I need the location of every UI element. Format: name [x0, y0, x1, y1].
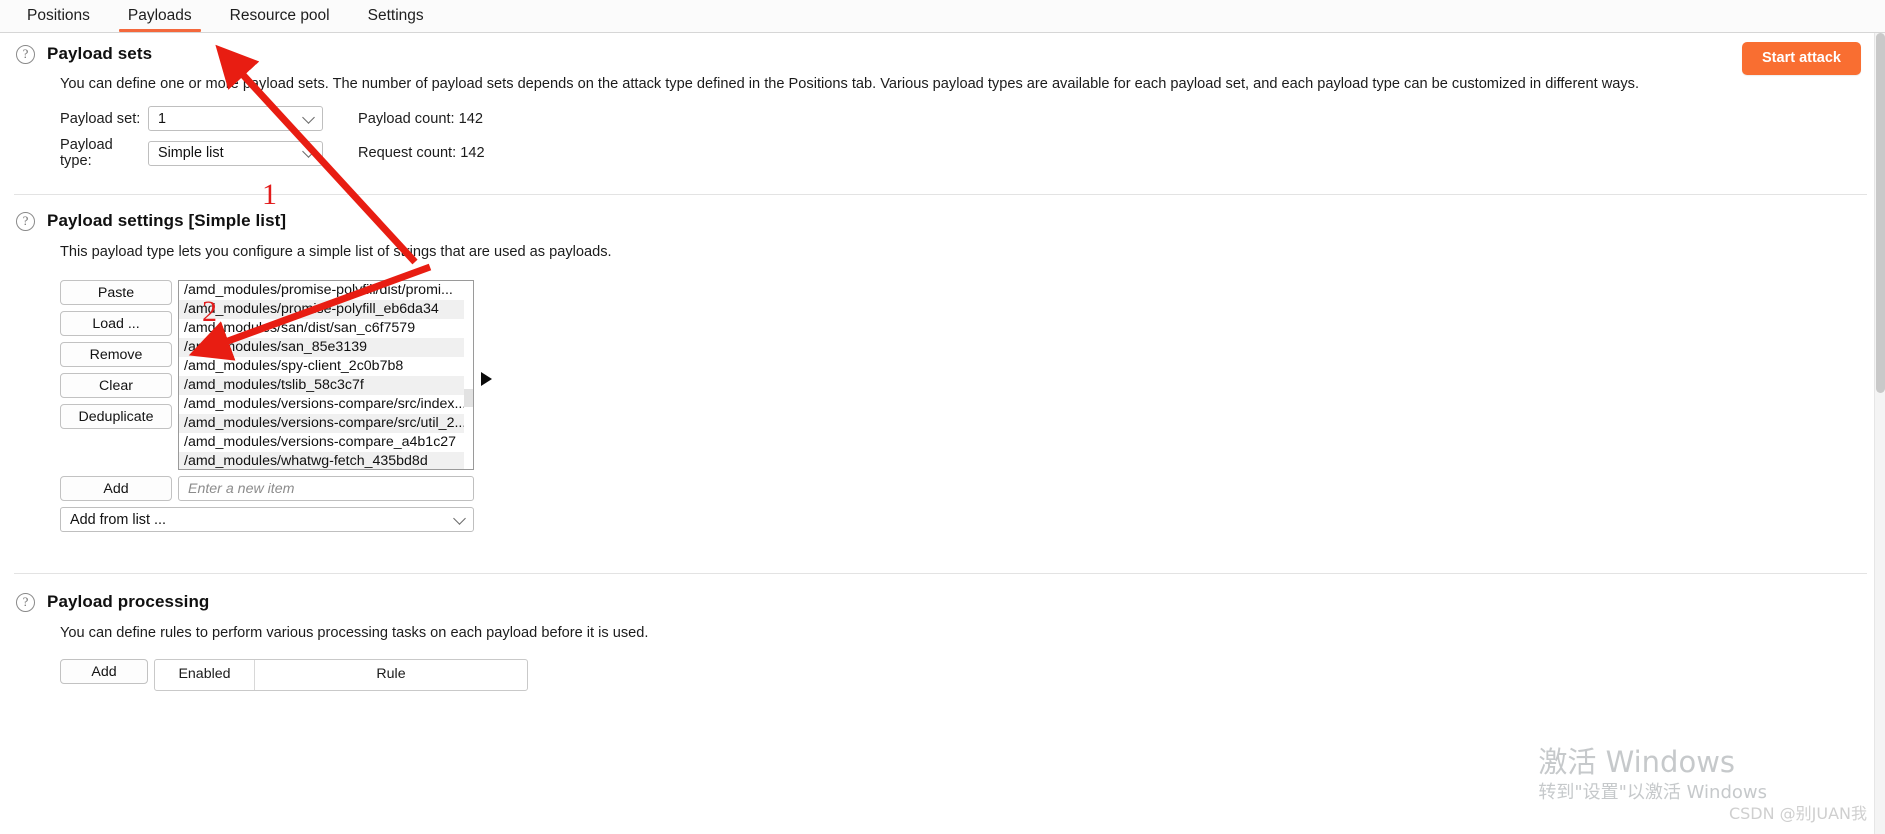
tab-underline: [221, 29, 339, 32]
simple-list-editor: Paste Load ... Remove Clear Deduplicate …: [60, 280, 1867, 470]
payloads-panel: ? Payload sets You can define one or mor…: [0, 33, 1885, 834]
burp-intruder-window: Positions Payloads Resource pool Setting…: [0, 0, 1885, 834]
tab-resource-pool[interactable]: Resource pool: [211, 0, 349, 32]
payload-type-select[interactable]: Simple list: [148, 140, 323, 166]
section-payload-processing: ? Payload processing You can define rule…: [0, 574, 1885, 691]
payload-processing-description: You can define rules to perform various …: [60, 625, 649, 641]
section-payload-sets: ? Payload sets You can define one or mor…: [0, 33, 1885, 169]
rule-buttons: Add: [60, 659, 148, 684]
payload-sets-header: ? Payload sets: [16, 44, 1867, 64]
add-from-list-label: Add from list ...: [70, 511, 166, 528]
start-attack-button[interactable]: Start attack: [1742, 42, 1861, 75]
annotation-number-2: 2: [202, 295, 217, 328]
new-item-input[interactable]: [178, 476, 474, 501]
list-item[interactable]: /amd_modules/san_85e3139: [179, 338, 473, 357]
payload-set-value: 1: [158, 110, 167, 127]
expand-arrow-icon[interactable]: [481, 372, 492, 386]
list-action-buttons: Paste Load ... Remove Clear Deduplicate: [60, 280, 172, 429]
payload-processing-header: ? Payload processing: [16, 592, 1867, 612]
payload-set-label: Payload set:: [60, 110, 141, 127]
payload-sets-title: Payload sets: [47, 44, 153, 63]
tab-label: Positions: [27, 7, 90, 24]
section-payload-settings: ? Payload settings [Simple list] This pa…: [0, 195, 1885, 532]
rules-table: Enabled Rule: [154, 659, 528, 691]
tab-underline-active: [118, 29, 201, 32]
list-item[interactable]: /amd_modules/san/dist/san_c6f7579: [179, 319, 473, 338]
payload-type-label: Payload type:: [60, 137, 113, 169]
payload-settings-description: This payload type lets you configure a s…: [60, 244, 612, 260]
load-button[interactable]: Load ...: [60, 311, 172, 336]
payload-set-select[interactable]: 1: [148, 106, 323, 131]
chevron-down-icon: [453, 511, 466, 525]
paste-button[interactable]: Paste: [60, 280, 172, 305]
list-item[interactable]: /amd_modules/promise-polyfill/dist/promi…: [179, 281, 473, 300]
payload-count: Payload count: 142: [358, 110, 483, 127]
panel-scrollbar[interactable]: [1874, 33, 1885, 834]
list-item[interactable]: /amd_modules/spy-client_2c0b7b8: [179, 357, 473, 376]
payload-set-row: Payload set: 1 Payload count: 142: [60, 106, 1867, 131]
help-icon[interactable]: ?: [16, 211, 35, 231]
tab-positions[interactable]: Positions: [8, 0, 109, 32]
list-item[interactable]: /amd_modules/whatwg-fetch_435bd8d: [179, 452, 473, 469]
list-scrollbar-thumb[interactable]: [464, 389, 473, 407]
tab-payloads[interactable]: Payloads: [109, 0, 211, 32]
payload-settings-title: Payload settings [Simple list]: [47, 211, 287, 230]
list-item[interactable]: /amd_modules/versions-compare/src/util_2…: [179, 414, 473, 433]
tab-label: Resource pool: [229, 7, 330, 24]
payload-list[interactable]: /amd_modules/promise-polyfill/dist/promi…: [178, 280, 474, 470]
panel-scrollbar-thumb[interactable]: [1876, 33, 1885, 393]
column-header-enabled: Enabled: [155, 660, 255, 690]
add-item-row: Add: [60, 476, 1867, 501]
list-item[interactable]: /amd_modules/promise-polyfill_eb6da34: [179, 300, 473, 319]
tab-bar: Positions Payloads Resource pool Setting…: [0, 0, 1885, 33]
payload-type-row: Payload type: Simple list Request count:…: [60, 137, 1867, 169]
help-icon[interactable]: ?: [16, 44, 35, 64]
payload-type-value: Simple list: [158, 145, 224, 161]
tab-label: Payloads: [127, 7, 192, 24]
tab-settings[interactable]: Settings: [349, 0, 443, 32]
payload-processing-title: Payload processing: [47, 592, 210, 611]
list-item[interactable]: /amd_modules/versions-compare/src/index.…: [179, 395, 473, 414]
payload-sets-description: You can define one or more payload sets.…: [60, 76, 1640, 92]
deduplicate-button[interactable]: Deduplicate: [60, 404, 172, 429]
annotation-number-1: 1: [262, 178, 277, 211]
payload-processing-rules: Add Enabled Rule: [60, 659, 1867, 691]
help-icon[interactable]: ?: [16, 592, 35, 612]
chevron-down-icon: [302, 145, 315, 158]
list-item[interactable]: /amd_modules/versions-compare_a4b1c27: [179, 433, 473, 452]
list-item[interactable]: /amd_modules/tslib_58c3c7f: [179, 376, 473, 395]
tab-underline: [18, 29, 99, 32]
list-scrollbar[interactable]: [464, 281, 473, 469]
add-from-list-select[interactable]: Add from list ...: [60, 507, 474, 532]
tab-label: Settings: [367, 7, 424, 24]
payload-settings-header: ? Payload settings [Simple list]: [16, 211, 1867, 231]
tab-underline: [359, 29, 433, 32]
remove-button[interactable]: Remove: [60, 342, 172, 367]
request-count: Request count: 142: [358, 145, 485, 161]
add-payload-button[interactable]: Add: [60, 476, 172, 501]
column-header-rule: Rule: [376, 666, 406, 682]
chevron-down-icon: [302, 110, 315, 124]
add-rule-button[interactable]: Add: [60, 659, 148, 684]
clear-button[interactable]: Clear: [60, 373, 172, 398]
